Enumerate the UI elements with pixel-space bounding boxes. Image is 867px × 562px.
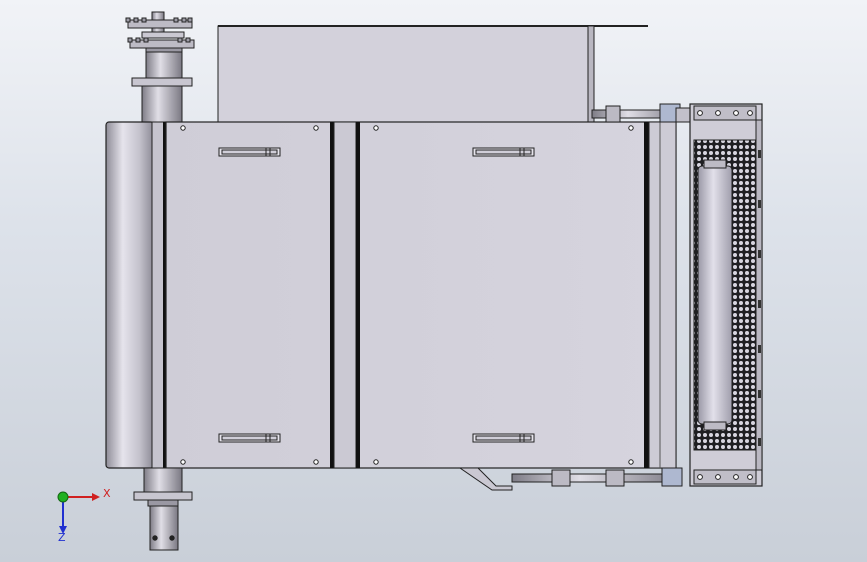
conveyor-frame (165, 121, 677, 469)
triad-z-label: Z (58, 531, 66, 544)
handle-top-right (472, 147, 535, 157)
front-roller-drum (105, 121, 167, 469)
tensioner-top (591, 103, 691, 123)
coordinate-triad (57, 491, 100, 534)
tail-roller (697, 159, 733, 431)
handle-bottom-right (472, 433, 535, 443)
rear-housing (217, 25, 648, 124)
graphics-viewport[interactable]: X Z (0, 0, 867, 562)
triad-x-label: X (103, 487, 111, 500)
drive-shaft-bottom (133, 467, 193, 551)
tensioner-bottom (458, 467, 683, 491)
drive-sprocket-top (125, 11, 195, 123)
cad-model-view[interactable] (0, 0, 867, 562)
handle-top-left (218, 147, 281, 157)
handle-bottom-left (218, 433, 281, 443)
